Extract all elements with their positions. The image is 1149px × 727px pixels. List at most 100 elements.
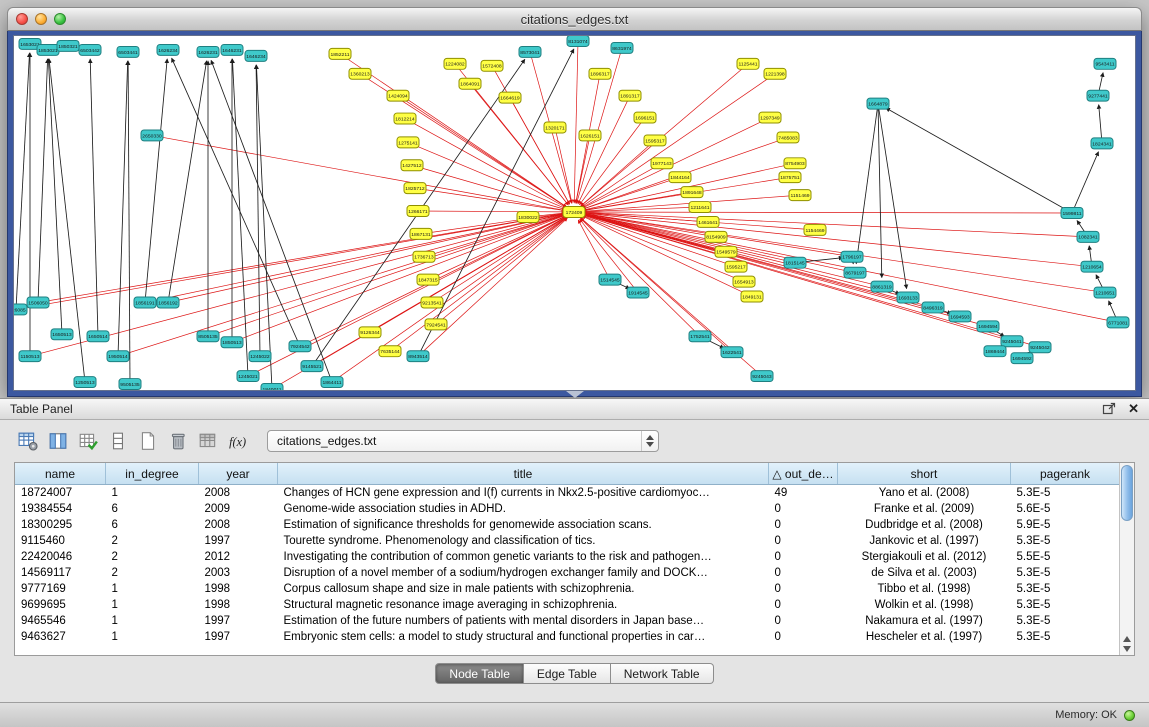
table-cell[interactable]: 2012: [199, 549, 278, 565]
show-columns-button[interactable]: [44, 428, 71, 454]
table-cell[interactable]: 9465546: [15, 613, 106, 629]
table-cell[interactable]: 0: [769, 629, 838, 645]
graph-node[interactable]: 1125441: [737, 58, 759, 69]
graph-node[interactable]: 1424094: [387, 90, 409, 101]
table-cell[interactable]: Disruption of a novel member of a sodium…: [278, 565, 769, 581]
graph-node[interactable]: 1824341: [1091, 138, 1113, 149]
table-cell[interactable]: Tourette syndrome. Phenomenology and cla…: [278, 533, 769, 549]
table-cell[interactable]: 6: [106, 517, 199, 533]
table-cell[interactable]: 9463627: [15, 629, 106, 645]
graph-node[interactable]: 9505135: [119, 379, 141, 390]
table-selector[interactable]: citations_edges.txt: [267, 430, 659, 452]
graph-node[interactable]: 1461641: [697, 216, 719, 227]
graph-node[interactable]: 1896317: [589, 68, 611, 79]
table-cell[interactable]: 49: [769, 485, 838, 502]
graph-node[interactable]: 1840011: [261, 384, 283, 390]
table-cell[interactable]: Genome-wide association studies in ADHD.: [278, 501, 769, 517]
graph-node[interactable]: 1626234: [157, 44, 179, 55]
graph-node[interactable]: 1864091: [459, 78, 481, 89]
table-row[interactable]: 1938455462009Genome-wide association stu…: [15, 501, 1119, 517]
table-mode-button[interactable]: [14, 428, 41, 454]
table-cell[interactable]: 9115460: [15, 533, 106, 549]
table-cell[interactable]: Estimation of the future numbers of pati…: [278, 613, 769, 629]
graph-node[interactable]: 1891317: [619, 90, 641, 101]
graph-node[interactable]: 1812214: [394, 113, 416, 124]
table-cell[interactable]: 0: [769, 501, 838, 517]
function-builder-button[interactable]: f(x): [224, 428, 251, 454]
graph-node[interactable]: 1815145: [784, 257, 806, 268]
graph-node[interactable]: 7485083: [777, 132, 799, 143]
column-header-title[interactable]: title: [278, 463, 769, 485]
graph-node[interactable]: 1210654: [1081, 261, 1103, 272]
graph-node[interactable]: 1694594: [977, 321, 999, 332]
graph-node[interactable]: 172409: [563, 207, 585, 218]
graph-node[interactable]: 1875751: [779, 172, 801, 183]
graph-node[interactable]: 6503441: [117, 46, 139, 57]
graph-node[interactable]: 1736713: [413, 251, 435, 262]
graph-node[interactable]: 1664619: [499, 92, 521, 103]
graph-node[interactable]: 1694593: [949, 311, 971, 322]
graph-node[interactable]: 9126344: [359, 327, 381, 338]
table-cell[interactable]: 2: [106, 533, 199, 549]
scrollbar-arrows[interactable]: [1120, 636, 1134, 652]
table-cell[interactable]: 1: [106, 485, 199, 502]
table-cell[interactable]: Structural magnetic resonance image aver…: [278, 597, 769, 613]
graph-node[interactable]: 2526085: [14, 304, 27, 315]
table-cell[interactable]: Jankovic et al. (1997): [838, 533, 1011, 549]
float-panel-button[interactable]: [1102, 402, 1116, 416]
graph-node[interactable]: 1650513: [51, 329, 73, 340]
graph-node[interactable]: 1297349: [759, 112, 781, 123]
table-cell[interactable]: 1997: [199, 613, 278, 629]
graph-node[interactable]: 1572408: [481, 60, 503, 71]
table-cell[interactable]: 9699695: [15, 597, 106, 613]
table-cell[interactable]: Embryonic stem cells: a model to study s…: [278, 629, 769, 645]
table-cell[interactable]: Hescheler et al. (1997): [838, 629, 1011, 645]
graph-node[interactable]: 1427512: [401, 160, 423, 171]
table-cell[interactable]: Estimation of significance thresholds fo…: [278, 517, 769, 533]
graph-node[interactable]: 8573041: [519, 46, 541, 57]
graph-node[interactable]: 1853021: [37, 44, 59, 55]
column-header-name[interactable]: name: [15, 463, 106, 485]
graph-node[interactable]: 1830022: [517, 212, 539, 223]
graph-node[interactable]: 1360213: [349, 68, 371, 79]
graph-node[interactable]: 7924542: [289, 341, 311, 352]
graph-node[interactable]: 1626231: [197, 46, 219, 57]
table-cell[interactable]: Corpus callosum shape and size in male p…: [278, 581, 769, 597]
graph-node[interactable]: 6771081: [1107, 317, 1129, 328]
graph-node[interactable]: 1914545: [627, 287, 649, 298]
graph-node[interactable]: 2650330: [141, 130, 163, 141]
scroll-down-icon[interactable]: [1123, 646, 1131, 652]
graph-node[interactable]: 1549579: [715, 246, 737, 257]
column-header-in_degree[interactable]: in_degree: [106, 463, 199, 485]
graph-node[interactable]: 8943514: [407, 351, 429, 362]
graph-node[interactable]: 1320171: [544, 122, 566, 133]
table-cell[interactable]: 18300295: [15, 517, 106, 533]
tab-node-table[interactable]: Node Table: [435, 663, 524, 684]
graph-node[interactable]: 1595217: [725, 261, 747, 272]
scroll-up-icon[interactable]: [1123, 636, 1131, 642]
table-cell[interactable]: 5.3E-5: [1011, 485, 1120, 502]
graph-node[interactable]: 1696151: [634, 112, 656, 123]
graph-node[interactable]: 1796197: [841, 251, 863, 262]
table-cell[interactable]: 5.6E-5: [1011, 501, 1120, 517]
graph-node[interactable]: 1154469: [804, 224, 826, 235]
column-header-out_de[interactable]: △ out_de…: [769, 463, 838, 485]
table-cell[interactable]: 5.3E-5: [1011, 565, 1120, 581]
table-cell[interactable]: 0: [769, 549, 838, 565]
table-cell[interactable]: 19384554: [15, 501, 106, 517]
graph-node[interactable]: 1506050: [27, 297, 49, 308]
graph-node[interactable]: 9245041: [1001, 336, 1023, 347]
graph-node[interactable]: 1850321: [57, 40, 79, 51]
graph-node[interactable]: 6503442: [79, 44, 101, 55]
table-cell[interactable]: 1998: [199, 581, 278, 597]
graph-node[interactable]: 9213541: [421, 297, 443, 308]
table-cell[interactable]: 18724007: [15, 485, 106, 502]
minimize-button[interactable]: [35, 13, 47, 25]
graph-node[interactable]: 1856191: [134, 297, 156, 308]
graph-node[interactable]: 1266171: [407, 206, 429, 217]
new-document-button[interactable]: [134, 428, 161, 454]
graph-node[interactable]: 1825712: [404, 183, 426, 194]
graph-node[interactable]: 1224082: [444, 58, 466, 69]
table-cell[interactable]: 5.3E-5: [1011, 533, 1120, 549]
column-header-short[interactable]: short: [838, 463, 1011, 485]
